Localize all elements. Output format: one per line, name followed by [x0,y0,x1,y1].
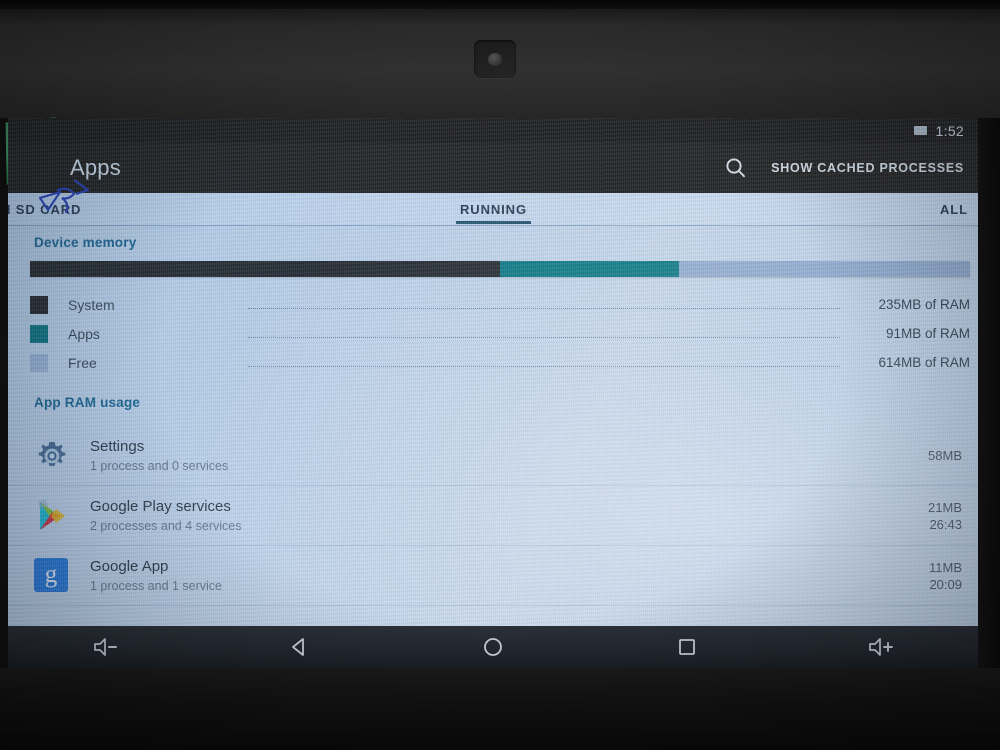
show-cached-processes-button[interactable]: SHOW CACHED PROCESSES [771,161,964,175]
volume-down-icon[interactable] [76,626,134,668]
google-play-services-icon [34,498,70,534]
swatch-free-icon [30,353,48,372]
app-name: Google Play services [90,497,231,515]
volume-up-icon[interactable] [852,626,910,668]
navigation-bar [8,626,978,668]
app-name: Google App [90,557,169,575]
tab-running[interactable]: RUNNING [456,193,531,226]
app-metrics: 21MB 26:43 [928,499,962,533]
tablet-photo: 1:52 Apps SHOW CACHED PROCESSES ON SD CA… [0,0,1000,750]
app-name: Settings [90,437,145,455]
bezel-left [0,118,8,668]
bezel-bottom [0,668,1000,750]
page-title: Apps [70,155,121,180]
leader-line [248,366,840,367]
legend-value-free: 614MB of RAM [878,355,970,370]
app-text: Google App 1 process and 1 service [90,558,929,594]
app-ram-usage-header: App RAM usage [34,395,141,410]
app-subtitle: 2 processes and 4 services [90,518,242,533]
tab-divider [8,225,978,226]
google-g-glyph: g [34,557,68,592]
app-duration: 26:43 [929,516,962,532]
search-icon[interactable] [723,155,749,181]
status-bar: 1:52 [8,118,978,143]
legend-row-system: System 235MB of RAM [30,290,970,319]
app-metrics: 11MB 20:09 [929,559,962,593]
legend-row-free: Free 614MB of RAM [30,348,970,377]
back-icon[interactable] [270,626,328,668]
app-row-google-play-services[interactable]: Google Play services 2 processes and 4 s… [8,486,978,546]
swatch-system-icon [30,295,48,314]
tablet-screen: 1:52 Apps SHOW CACHED PROCESSES ON SD CA… [8,118,978,626]
google-app-icon: g [34,557,70,594]
legend-label-system: System [68,296,115,313]
tab-all[interactable]: ALL [940,193,968,226]
app-size: 11MB [929,559,962,575]
home-icon[interactable] [464,626,522,668]
app-duration: 20:09 [929,576,962,592]
memory-segment-system [30,261,500,277]
device-memory-bar [30,261,970,277]
app-row-settings[interactable]: Settings 1 process and 0 services 58MB [8,426,978,486]
legend-row-apps: Apps 91MB of RAM [30,319,970,348]
legend-label-apps: Apps [68,325,100,342]
memory-segment-apps [500,261,679,277]
app-text: Google Play services 2 processes and 4 s… [90,498,928,534]
app-metrics: 58MB [928,447,962,464]
app-subtitle: 1 process and 1 service [90,578,223,593]
action-bar: Apps SHOW CACHED PROCESSES [8,143,978,193]
app-row-google-app[interactable]: g Google App 1 process and 1 service 11M… [8,546,978,606]
app-size: 58MB [928,448,962,463]
memory-segment-free [678,261,970,277]
legend-value-system: 235MB of RAM [878,297,970,312]
leader-line [248,337,840,338]
status-clock: 1:52 [935,122,964,139]
leader-line [248,308,840,309]
legend-value-apps: 91MB of RAM [885,326,970,341]
bezel-top [0,0,1000,118]
settings-gear-icon [34,438,70,474]
device-memory-header: Device memory [34,235,137,250]
running-content: Device memory System 235MB of RAM Apps 9… [8,226,978,626]
recents-icon[interactable] [658,626,716,668]
legend-label-free: Free [68,354,97,371]
bezel-right [978,118,1000,668]
app-subtitle: 1 process and 0 services [90,458,229,473]
tab-on-sd-card[interactable]: ON SD CARD [8,193,81,226]
camera-lens-icon [488,53,502,66]
bezel-top-strip [0,0,1000,9]
tab-bar: ON SD CARD RUNNING ALL [8,193,978,226]
app-text: Settings 1 process and 0 services [90,438,928,474]
battery-icon [913,126,927,135]
swatch-apps-icon [30,324,48,343]
app-size: 21MB [928,499,962,515]
front-camera [474,40,516,78]
